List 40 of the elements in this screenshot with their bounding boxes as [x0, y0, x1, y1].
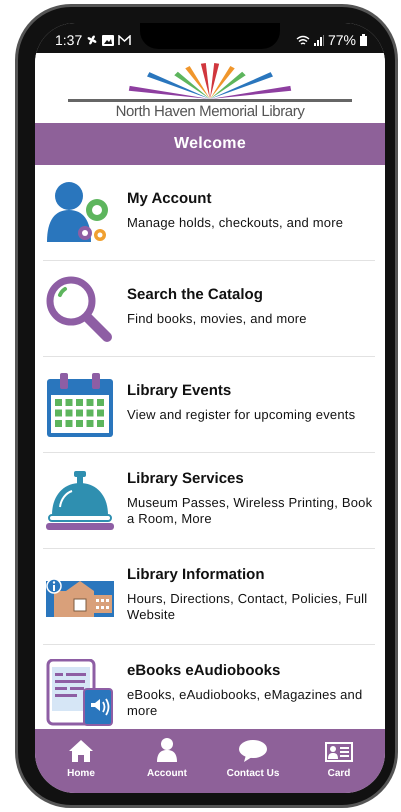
signal-icon: [314, 34, 324, 46]
calendar-icon: [46, 372, 114, 436]
menu-item[interactable]: Library Information Hours, Directions, Contact, Policies, Full Website: [43, 549, 375, 645]
wifi-icon: [296, 34, 310, 46]
magnifier-icon: [45, 274, 115, 342]
speech-bubble-icon: [239, 740, 267, 762]
service-bell-icon: [46, 470, 114, 530]
menu-item[interactable]: Search the Catalog Find books, movies, and more: [43, 261, 375, 357]
tab-button[interactable]: Account: [127, 729, 207, 785]
menu-item-title: Library Events: [127, 382, 232, 399]
menu-item-description: Hours, Directions, Contact, Policies, Full Website: [127, 591, 368, 623]
tab-button[interactable]: Contact Us: [213, 729, 293, 785]
menu-item-description: eBooks, eAudiobooks, eMagazines and more: [127, 687, 364, 719]
pinwheel-icon: [86, 34, 98, 46]
menu-item-title: My Account: [127, 190, 212, 207]
menu-item-title: Search the Catalog: [127, 286, 264, 303]
tab-button[interactable]: Home: [41, 729, 121, 785]
library-name: North Haven Memorial Library: [116, 103, 304, 121]
menu-item-description: Museum Passes, Wireless Printing, Book a Room, More: [127, 495, 374, 527]
menu-item[interactable]: Library Events View and register for upcoming events: [43, 357, 375, 453]
tablet-audio-icon: [46, 658, 114, 726]
image-icon: [102, 34, 114, 46]
welcome-header: Welcome: [35, 123, 385, 165]
id-card-icon: [325, 742, 353, 762]
menu-item-title: Library Information: [127, 566, 266, 583]
home-icon: [69, 740, 93, 762]
mail-icon: [118, 34, 132, 46]
clock-time: 1:37: [55, 32, 82, 48]
menu-item[interactable]: Library Services Museum Passes, Wireless Printing, Book a Room, More: [43, 453, 375, 549]
battery-icon: [360, 34, 367, 46]
menu-item[interactable]: My Account Manage holds, checkouts, and more: [43, 165, 375, 261]
menu-item-title: Library Services: [127, 470, 245, 487]
library-building-icon: [46, 576, 114, 616]
person-icon: [157, 738, 177, 762]
menu-item-description: View and register for upcoming events: [127, 407, 356, 423]
menu-item-description: Manage holds, checkouts, and more: [127, 215, 344, 231]
menu-item-title: eBooks eAudiobooks: [127, 662, 282, 679]
tab-button[interactable]: Card: [299, 729, 379, 785]
menu-item-description: Find books, movies, and more: [127, 311, 307, 327]
battery-percent: 77%: [328, 32, 356, 48]
